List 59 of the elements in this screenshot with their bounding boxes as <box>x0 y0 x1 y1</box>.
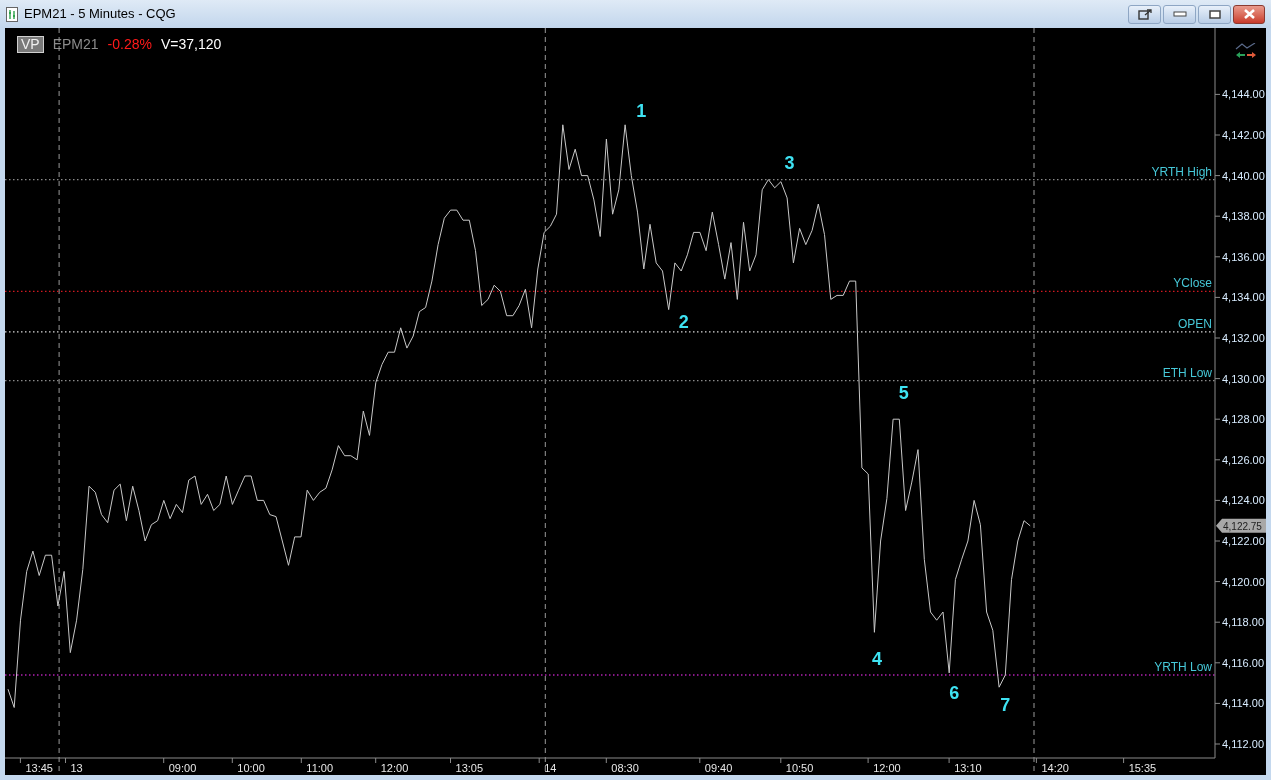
y-axis-label: 4,136.00 <box>1222 250 1265 263</box>
y-axis-label: 4,114.00 <box>1222 697 1264 710</box>
close-button[interactable] <box>1233 4 1265 24</box>
x-axis-label: 08:30 <box>611 762 639 774</box>
volume-label: V=37,120 <box>160 35 222 54</box>
wave-label: 2 <box>678 311 689 332</box>
wave-label: 7 <box>1000 695 1011 716</box>
y-axis-label: 4,140.00 <box>1222 169 1265 182</box>
x-axis-label: 09:40 <box>704 762 733 774</box>
x-axis-label: 13:05 <box>455 762 484 774</box>
reference-line-label: ETH Low <box>1162 365 1212 380</box>
reference-line-label: YClose <box>1173 276 1212 291</box>
close-icon <box>1242 9 1256 19</box>
y-axis-label: 4,138.00 <box>1222 210 1265 223</box>
y-axis-label: 4,130.00 <box>1222 372 1265 385</box>
x-axis-label: 09:00 <box>168 762 197 774</box>
wave-label: 5 <box>898 382 909 403</box>
detach-icon <box>1137 8 1152 20</box>
x-axis-label: 12:00 <box>380 762 409 774</box>
maximize-icon <box>1208 9 1221 19</box>
y-axis-label: 4,144.00 <box>1222 88 1265 101</box>
x-axis-label: 15:35 <box>1128 762 1157 774</box>
x-axis-label: 14:20 <box>1041 762 1069 774</box>
x-axis-label: 12:00 <box>873 762 901 774</box>
detach-button[interactable] <box>1128 4 1161 24</box>
y-axis-label: 4,126.00 <box>1222 453 1265 466</box>
x-axis-label: 10:00 <box>237 762 265 774</box>
window-title: EPM21 - 5 Minutes - CQG <box>24 5 176 24</box>
x-axis-label: 11:00 <box>306 762 334 774</box>
reference-line-label: YRTH Low <box>1154 660 1212 674</box>
chart-window-icon <box>6 6 18 22</box>
y-axis-label: 4,118.00 <box>1222 616 1264 629</box>
y-axis-label: 4,128.00 <box>1222 413 1265 426</box>
y-axis-label: 4,122.00 <box>1222 535 1265 547</box>
y-axis-label: 4,120.00 <box>1222 575 1265 588</box>
change-label: -0.28% <box>107 35 152 54</box>
reference-line-label: OPEN <box>1178 316 1212 331</box>
y-axis-label: 4,134.00 <box>1222 291 1265 304</box>
wave-label: 6 <box>949 683 960 704</box>
vp-label[interactable]: VP <box>17 36 44 53</box>
price-tag: 4,122.75 <box>1216 518 1266 533</box>
maximize-button[interactable] <box>1198 4 1231 24</box>
symbol-label: EPM21 <box>52 35 99 54</box>
y-axis-label: 4,124.00 <box>1222 494 1265 507</box>
y-axis-label: 4,132.00 <box>1222 332 1265 344</box>
minimize-icon <box>1172 11 1187 17</box>
x-axis-label: 14 <box>544 762 557 774</box>
x-axis-label: 13:45 <box>25 762 53 774</box>
chart-arrows-icon[interactable] <box>1235 43 1257 59</box>
wave-label: 1 <box>636 100 647 121</box>
y-axis-label: 4,116.00 <box>1222 656 1264 669</box>
x-axis-label: 13 <box>70 762 83 774</box>
reference-line-label: YRTH High <box>1151 164 1212 179</box>
x-axis-label: 10:50 <box>785 762 814 774</box>
y-axis-label: 4,112.00 <box>1222 738 1264 750</box>
y-axis-label: 4,142.00 <box>1222 129 1265 141</box>
x-axis-label: 13:10 <box>954 762 982 774</box>
wave-label: 4 <box>871 648 882 669</box>
wave-label: 3 <box>784 153 795 174</box>
